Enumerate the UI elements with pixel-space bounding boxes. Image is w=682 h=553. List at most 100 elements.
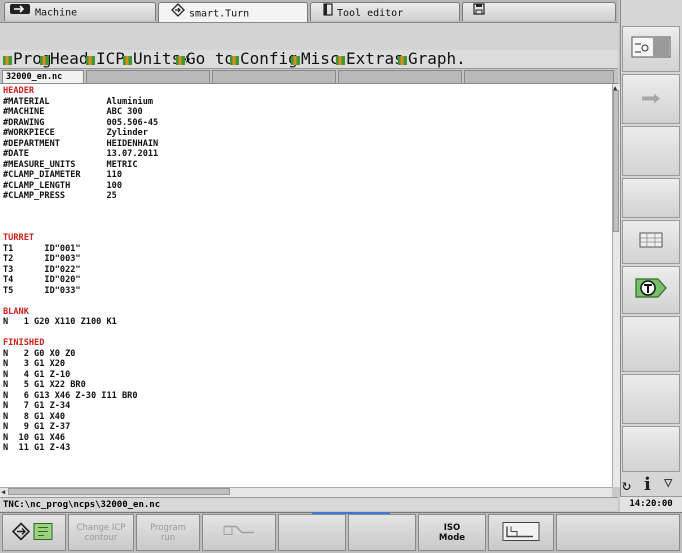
softkey-9[interactable] xyxy=(622,426,680,472)
floppy-icon xyxy=(473,3,485,21)
menu-label: Head xyxy=(50,49,89,68)
contour-icon xyxy=(502,521,540,544)
softkey-contour[interactable] xyxy=(488,514,554,551)
program-line[interactable]: T5 ID"033" xyxy=(3,286,81,296)
scroll-up-icon[interactable]: ▲ xyxy=(613,84,617,92)
softkey-6[interactable] xyxy=(348,514,416,551)
softkey-machine[interactable] xyxy=(622,26,680,72)
program-line[interactable]: #CLAMP_PRESS 25 xyxy=(3,191,117,201)
refresh-icon[interactable]: ↻ xyxy=(622,476,631,494)
program-line[interactable]: #MEASURE_UNITS METRIC xyxy=(3,160,138,170)
menu-label: Extras xyxy=(346,49,404,68)
program-line[interactable]: N 10 G1 X46 xyxy=(3,433,65,443)
tool-holder-icon xyxy=(323,3,333,21)
program-line[interactable]: T4 ID"020" xyxy=(3,275,81,285)
menu-misc[interactable]: Misc xyxy=(291,51,340,67)
softkey-workflow[interactable] xyxy=(2,514,66,551)
menu-label: Graph. xyxy=(408,49,466,68)
scroll-left-icon[interactable]: ◀ xyxy=(1,488,5,496)
softkey-program-run[interactable]: Program run xyxy=(136,514,200,551)
menu-icon xyxy=(86,56,95,65)
softkey-change-icp-contour[interactable]: Change ICP contour xyxy=(68,514,134,551)
horizontal-scroll-thumb[interactable] xyxy=(8,488,230,495)
menu-icon xyxy=(336,56,345,65)
softkey-tool[interactable] xyxy=(202,514,276,551)
program-line[interactable]: T1 ID"001" xyxy=(3,244,81,254)
tab-tool-editor[interactable]: Tool editor xyxy=(310,2,460,21)
program-line[interactable]: T3 ID"022" xyxy=(3,265,81,275)
softkey-5[interactable] xyxy=(278,514,346,551)
menu-extras[interactable]: Extras xyxy=(336,49,404,68)
menu-graph[interactable]: Graph. xyxy=(398,49,466,68)
program-line[interactable]: #WORKPIECE Zylinder xyxy=(3,128,148,138)
softkey-tool-table[interactable] xyxy=(622,266,680,314)
tab-machine[interactable]: Machine xyxy=(4,2,156,21)
program-line[interactable]: N 5 G1 X22 BR0 xyxy=(3,380,86,390)
program-line[interactable]: N 6 G13 X46 Z-30 I11 BR0 xyxy=(3,391,138,401)
arrow-right-icon xyxy=(9,3,31,21)
menu-goto[interactable]: Go to xyxy=(176,51,234,67)
tab-save[interactable] xyxy=(462,2,616,21)
softkey-iso-mode[interactable]: ISO Mode xyxy=(418,514,486,551)
menu-icon xyxy=(291,56,300,65)
file-tab-empty[interactable] xyxy=(338,70,462,83)
menu-label: Config xyxy=(240,49,298,68)
softkey-9-bottom[interactable] xyxy=(556,514,680,551)
program-line[interactable]: #CLAMP_DIAMETER 110 xyxy=(3,170,122,180)
program-line[interactable]: #MATERIAL Aluminium xyxy=(3,97,153,107)
softkey-4[interactable] xyxy=(622,178,680,218)
menu-icon xyxy=(176,56,185,65)
program-line[interactable]: N 4 G1 Z-10 xyxy=(3,370,70,380)
menu-icon xyxy=(123,56,132,65)
softkey-3[interactable] xyxy=(622,126,680,176)
menu-head[interactable]: Head xyxy=(40,49,89,68)
menu-config[interactable]: Config xyxy=(230,49,298,68)
softkey-label: Program run xyxy=(150,523,186,543)
menu-icon xyxy=(3,56,12,65)
softkey-next[interactable] xyxy=(622,74,680,124)
file-tab-empty[interactable] xyxy=(86,70,210,83)
program-line[interactable]: N 2 G0 X0 Z0 xyxy=(3,349,75,359)
softkey-8[interactable] xyxy=(622,374,680,424)
softkey-label: Change ICP contour xyxy=(76,523,126,543)
program-line[interactable]: T2 ID"003" xyxy=(3,254,81,264)
menu-icon xyxy=(230,56,239,65)
machine-icon xyxy=(631,34,671,64)
tab-smart-turn[interactable]: smart.Turn xyxy=(158,2,308,23)
table-icon xyxy=(639,232,663,252)
softkey-table[interactable] xyxy=(622,220,680,264)
program-line[interactable]: #DRAWING 005.506-45 xyxy=(3,118,158,128)
workflow-icon xyxy=(11,520,56,545)
program-line[interactable]: #DATE 13.07.2011 xyxy=(3,149,158,159)
program-editor[interactable]: HEADER #MATERIAL Aluminium #MACHINE ABC 30… xyxy=(0,84,613,487)
program-line[interactable]: #MACHINE ABC 300 xyxy=(3,107,143,117)
tab-label: Tool editor xyxy=(337,8,404,19)
program-line[interactable]: N 8 G1 X40 xyxy=(3,412,65,422)
tool-table-icon xyxy=(634,277,668,303)
section-header[interactable]: BLANK xyxy=(3,307,29,317)
file-tab-empty[interactable] xyxy=(464,70,614,83)
info-icon[interactable]: i xyxy=(644,474,651,495)
file-path-status: TNC:\nc_prog\ncps\32000_en.nc xyxy=(0,497,618,511)
file-tab-empty[interactable] xyxy=(212,70,336,83)
program-line[interactable]: N 11 G1 Z-43 xyxy=(3,443,70,453)
program-line[interactable]: N 7 G1 Z-34 xyxy=(3,401,70,411)
section-header[interactable]: TURRET xyxy=(3,233,34,243)
program-line[interactable]: N 3 G1 X20 xyxy=(3,359,65,369)
status-icons: ↻ i ▽ xyxy=(620,474,682,496)
section-header[interactable]: HEADER xyxy=(3,86,34,96)
workflow-icon xyxy=(171,3,185,23)
program-line[interactable]: N 1 G20 X110 Z100 K1 xyxy=(3,317,117,327)
softkey-7[interactable] xyxy=(622,316,680,372)
file-tab-active[interactable]: 32000_en.nc xyxy=(2,70,84,83)
vertical-scroll-thumb[interactable] xyxy=(613,90,619,232)
program-line[interactable]: #DEPARTMENT HEIDENHAIN xyxy=(3,139,158,149)
menu-icp[interactable]: ICP xyxy=(86,51,125,67)
program-line[interactable]: #CLAMP_LENGTH 100 xyxy=(3,181,122,191)
clock: 14:20:00 xyxy=(620,496,682,512)
program-line[interactable]: N 9 G1 Z-37 xyxy=(3,422,70,432)
section-header[interactable]: FINISHED xyxy=(3,338,44,348)
triangle-down-icon[interactable]: ▽ xyxy=(664,475,672,491)
softkey-label: ISO Mode xyxy=(438,523,466,543)
menu-icon xyxy=(40,56,49,65)
